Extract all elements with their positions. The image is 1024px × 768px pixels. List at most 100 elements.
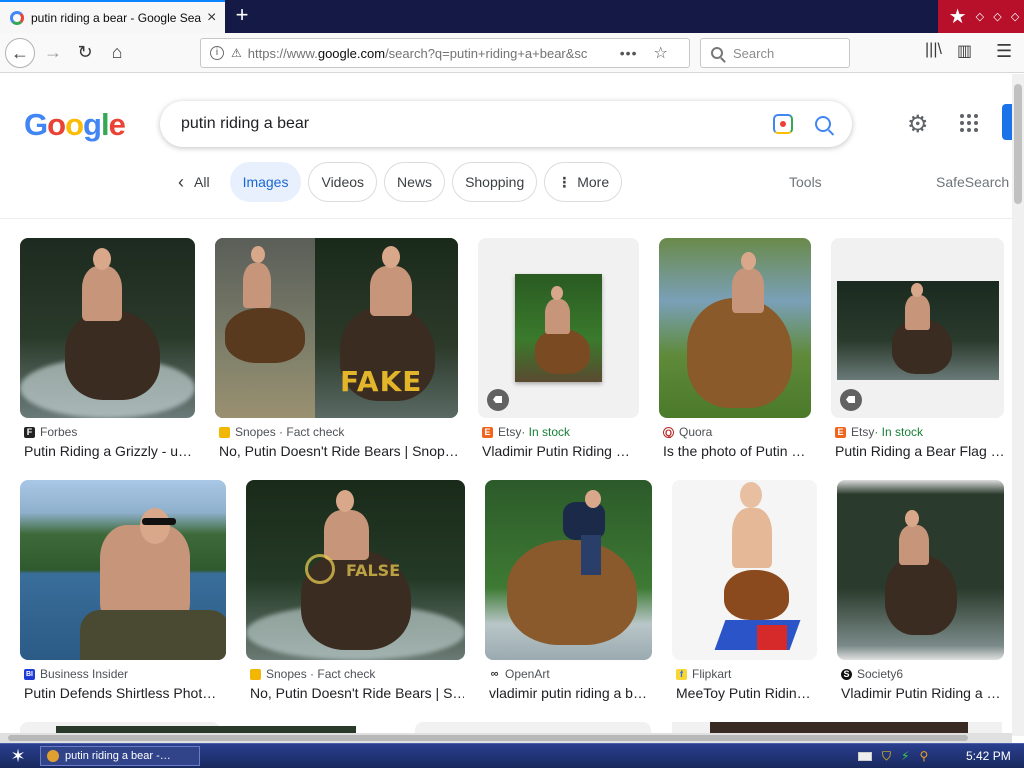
man-figure xyxy=(243,263,271,308)
search-submit-icon[interactable] xyxy=(815,116,831,132)
active-tab[interactable]: putin riding a bear - Google Search × xyxy=(0,0,225,33)
result-caption[interactable]: Vladimir Putin Riding a … xyxy=(841,685,1003,701)
result-source[interactable]: BI Business Insider xyxy=(24,667,128,681)
result-source[interactable]: S Society6 xyxy=(841,667,903,681)
man-figure xyxy=(545,299,570,334)
google-apps-icon[interactable] xyxy=(960,114,978,132)
lock-warning-icon[interactable]: ⚠ xyxy=(231,46,242,60)
result-thumbnail[interactable] xyxy=(20,480,226,660)
url-host: google.com xyxy=(317,45,386,61)
url-bar[interactable]: i ⚠ https://www.google.com/search?q=puti… xyxy=(200,38,690,68)
result-thumbnail[interactable] xyxy=(672,480,817,660)
bear-figure xyxy=(885,555,957,635)
tools-button[interactable]: Tools xyxy=(789,174,822,190)
result-thumbnail[interactable] xyxy=(659,238,811,418)
google-search-box[interactable]: putin riding a bear xyxy=(160,101,852,147)
result-thumbnail[interactable] xyxy=(20,238,195,418)
taskbar-window-button[interactable]: putin riding a bear -… xyxy=(40,746,200,766)
search-icon[interactable]: ⚲ xyxy=(919,749,928,763)
safesearch-button[interactable]: SafeSearch xyxy=(936,174,1009,190)
result-source[interactable]: Q Quora xyxy=(663,425,712,439)
result-caption[interactable]: Is the photo of Putin … xyxy=(663,443,811,459)
result-caption[interactable]: No, Putin Doesn't Ride Bears | S… xyxy=(250,685,464,701)
network-icon[interactable]: ⚡ xyxy=(901,749,909,763)
result-thumbnail[interactable] xyxy=(837,480,1004,660)
chip-videos[interactable]: Videos xyxy=(308,162,378,202)
page-actions-icon[interactable]: ••• xyxy=(620,45,638,61)
result-thumbnail[interactable] xyxy=(485,480,652,660)
source-name: Snopes · Fact check xyxy=(235,425,345,439)
result-caption[interactable]: Putin Riding a Grizzly - u… xyxy=(24,443,194,459)
google-logo[interactable]: Google xyxy=(24,107,126,143)
source-name: Quora xyxy=(679,425,713,439)
chip-images[interactable]: Images xyxy=(229,162,302,202)
image-result-partial[interactable] xyxy=(710,722,968,733)
close-tab-icon[interactable]: × xyxy=(207,9,216,27)
minimize-icon[interactable]: ◇ xyxy=(976,10,984,23)
logo-letter: g xyxy=(83,107,102,142)
close-window-icon[interactable]: ◇ xyxy=(1011,10,1019,23)
bookmark-star-icon[interactable]: ☆ xyxy=(653,43,667,63)
search-query[interactable]: putin riding a bear xyxy=(181,115,741,133)
keyboard-icon[interactable] xyxy=(858,751,872,761)
image-result-partial[interactable] xyxy=(56,726,356,733)
source-name: Society6 xyxy=(857,667,904,681)
scrollbar-thumb[interactable] xyxy=(8,735,968,741)
clock[interactable]: 5:42 PM xyxy=(966,749,1011,763)
back-button[interactable]: ← xyxy=(5,38,35,68)
result-source[interactable]: F Forbes xyxy=(24,425,77,439)
google-lens-icon[interactable] xyxy=(773,114,793,134)
chip-all[interactable]: ‹ All xyxy=(172,162,216,202)
result-caption[interactable]: MeeToy Putin Ridin… xyxy=(676,685,816,701)
vertical-scrollbar[interactable] xyxy=(1012,74,1024,736)
result-thumbnail[interactable]: FAKE xyxy=(215,238,458,418)
chip-news[interactable]: News xyxy=(384,162,446,202)
result-thumbnail[interactable] xyxy=(478,238,639,418)
info-icon[interactable]: i xyxy=(210,46,224,60)
fake-stamp: FAKE xyxy=(340,365,423,398)
settings-gear-icon[interactable]: ⚙ xyxy=(907,110,929,139)
result-thumbnail[interactable] xyxy=(831,238,1004,418)
society6-icon: S xyxy=(841,668,852,680)
result-caption[interactable]: No, Putin Doesn't Ride Bears | Snop… xyxy=(219,443,457,459)
new-tab-button[interactable]: + xyxy=(230,4,254,28)
result-source[interactable]: ∞ OpenArt xyxy=(489,667,550,681)
result-caption[interactable]: Vladimir Putin Riding … xyxy=(482,443,638,459)
result-source[interactable]: E Etsy · In stock xyxy=(482,425,570,439)
forward-button[interactable]: → xyxy=(38,38,68,68)
horizontal-scrollbar[interactable] xyxy=(0,733,1012,743)
result-caption[interactable]: vladimir putin riding a b… xyxy=(489,685,651,701)
url-text[interactable]: https://www.google.com/search?q=putin+ri… xyxy=(248,46,588,61)
result-caption[interactable]: Putin Riding a Bear Flag … xyxy=(835,443,1003,459)
window-controls: ★ ◇ ◇ ◇ xyxy=(938,0,1024,33)
library-icon[interactable]: |||\ xyxy=(925,41,942,59)
result-source[interactable]: Snopes · Fact check xyxy=(219,425,344,439)
result-source[interactable]: Snopes · Fact check xyxy=(250,667,375,681)
chip-more[interactable]: ⋮ More xyxy=(544,162,623,202)
shield-icon[interactable]: ⛉ xyxy=(882,749,891,764)
hamburger-menu-icon[interactable]: ☰ xyxy=(996,41,1012,62)
source-name: Etsy xyxy=(498,425,522,439)
home-button[interactable]: ⌂ xyxy=(102,38,132,68)
image-result-partial[interactable] xyxy=(415,722,651,733)
sidebar-icon[interactable]: ▥ xyxy=(957,41,972,61)
scrollbar-thumb[interactable] xyxy=(1014,84,1022,204)
chip-shopping[interactable]: Shopping xyxy=(452,162,538,202)
result-source[interactable]: E Etsy · In stock xyxy=(835,425,923,439)
tab-strip: putin riding a bear - Google Search × + … xyxy=(0,0,1024,33)
result-caption[interactable]: Putin Defends Shirtless Phot… xyxy=(24,685,224,701)
result-source[interactable]: f Flipkart xyxy=(676,667,731,681)
chip-label: More xyxy=(577,174,610,190)
browser-search-box[interactable]: Search xyxy=(700,38,850,68)
source-name: Etsy xyxy=(851,425,875,439)
result-thumbnail[interactable]: FALSE xyxy=(246,480,465,660)
logo-letter: l xyxy=(100,107,110,142)
navigation-toolbar: ← → ↻ ⌂ i ⚠ https://www.google.com/searc… xyxy=(0,33,1024,73)
in-stock-label: · In stock xyxy=(874,425,924,439)
source-name: OpenArt xyxy=(505,667,550,681)
reload-button[interactable]: ↻ xyxy=(70,38,100,68)
start-star-icon[interactable]: ✶ xyxy=(4,745,32,767)
maximize-icon[interactable]: ◇ xyxy=(993,10,1001,23)
snopes-icon xyxy=(250,668,261,680)
search-icon xyxy=(711,47,723,59)
